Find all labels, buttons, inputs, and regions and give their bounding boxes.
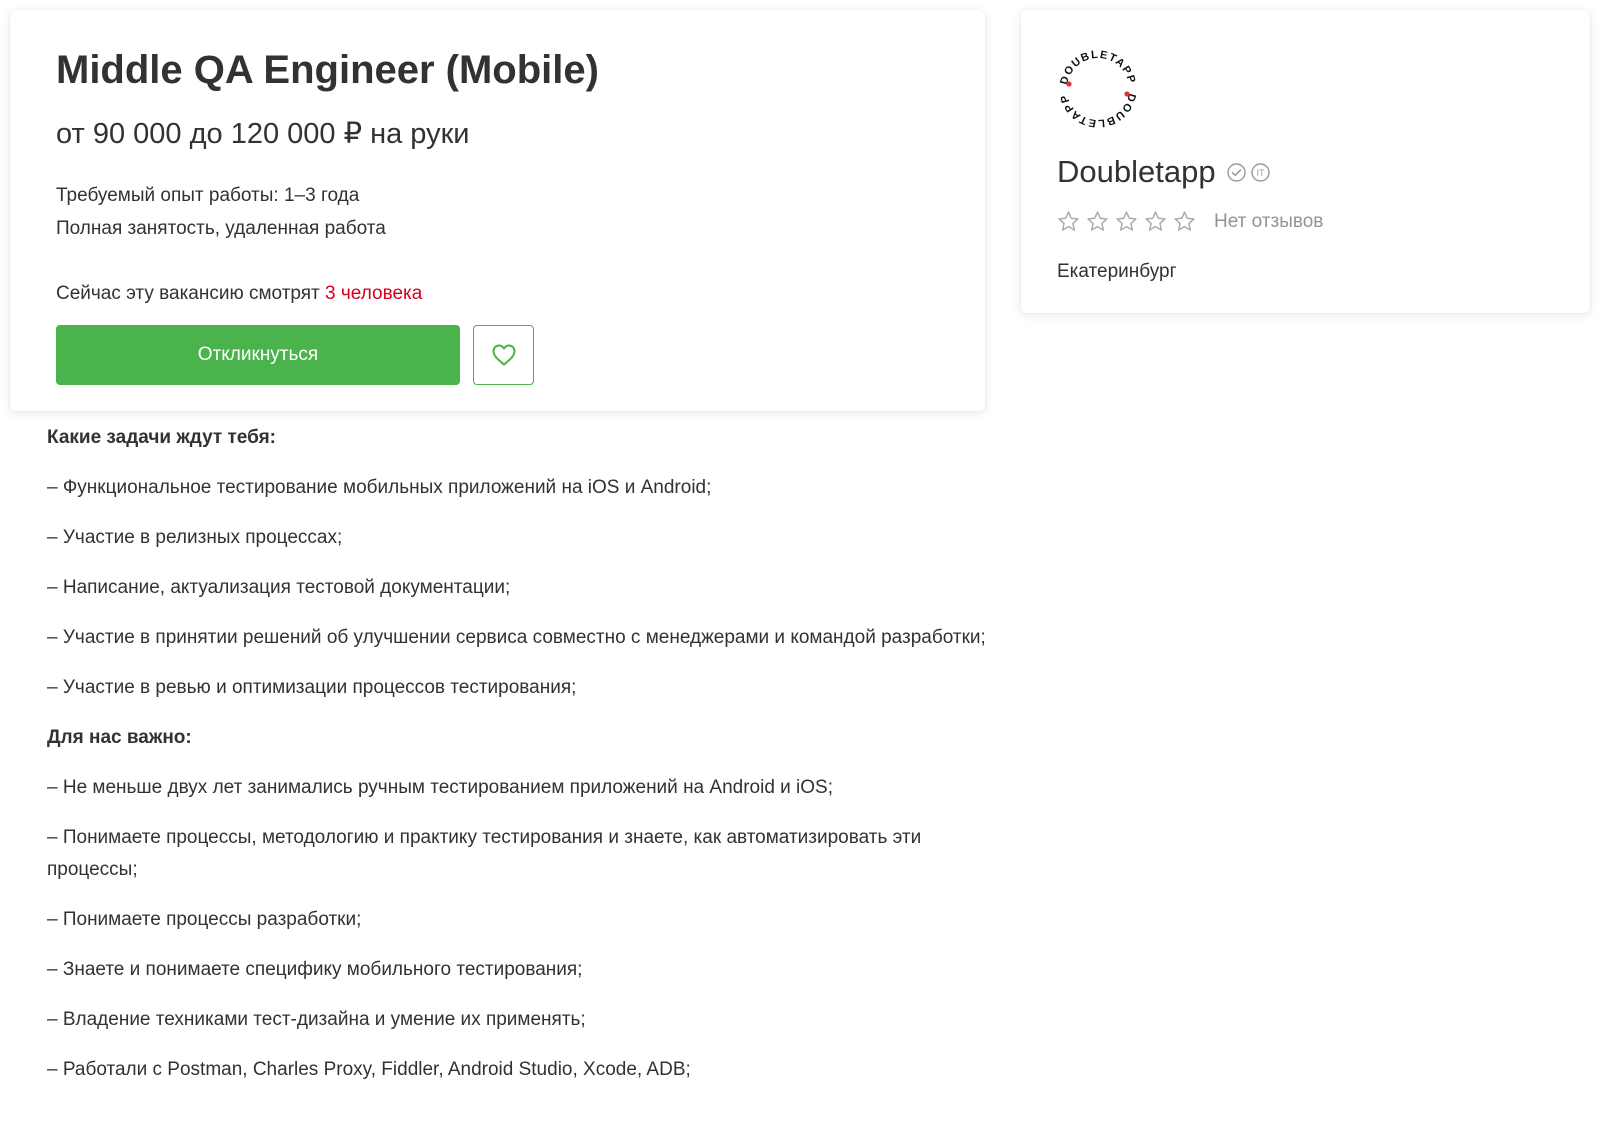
company-name[interactable]: Doubletapp — [1057, 153, 1216, 191]
reviews-label: Нет отзывов — [1214, 210, 1324, 232]
company-city: Екатеринбург — [1057, 261, 1177, 282]
star-empty-icon — [1116, 211, 1137, 231]
requirements-heading: Для нас важно: — [47, 727, 192, 748]
verified-check-icon[interactable] — [1226, 162, 1247, 183]
logo-text-repeat: DOUBLETAPP — [1058, 92, 1136, 129]
svg-text:DOUBLETAPP: DOUBLETAPP — [1058, 49, 1137, 86]
star-empty-icon — [1174, 211, 1195, 231]
vacancy-title: Middle QA Engineer (Mobile) — [56, 48, 599, 92]
list-item: – Владение техниками тест-дизайна и умен… — [47, 1009, 586, 1030]
experience-requirement: Требуемый опыт работы: 1–3 года — [56, 185, 360, 206]
company-rating[interactable]: Нет отзывов — [1057, 210, 1323, 233]
it-accreditation-icon[interactable]: IT — [1250, 162, 1271, 183]
list-item: – Не меньше двух лет занимались ручным т… — [47, 777, 834, 798]
company-badges: IT — [1226, 162, 1271, 183]
employment-type: Полная занятость, удаленная работа — [56, 218, 386, 239]
svg-text:DOUBLETAPP: DOUBLETAPP — [1058, 92, 1137, 129]
list-item: – Участие в ревью и оптимизации процессо… — [47, 677, 577, 698]
star-empty-icon — [1087, 211, 1108, 231]
favorite-button[interactable] — [473, 325, 534, 385]
list-item: – Понимаете процессы разработки; — [47, 909, 362, 930]
tasks-heading: Какие задачи ждут тебя: — [47, 427, 277, 448]
star-empty-icon — [1058, 211, 1079, 231]
vacancy-description: Какие задачи ждут тебя: – Функциональное… — [47, 422, 987, 1104]
current-viewers-count: 3 человека — [325, 283, 423, 304]
list-item: – Участие в принятии решений об улучшени… — [47, 627, 986, 648]
logo-dot — [1124, 91, 1130, 97]
company-card: DOUBLETAPP DOUBLETAPP Doubletapp IT Нет … — [1021, 10, 1590, 313]
list-item: – Понимаете процессы, методологию и прак… — [47, 827, 922, 880]
current-viewers: Сейчас эту вакансию смотрят 3 человека — [56, 282, 422, 306]
logo-dot — [1066, 81, 1072, 87]
rating-stars — [1057, 210, 1196, 233]
list-item: – Участие в релизных процессах; — [47, 527, 343, 548]
logo-text: DOUBLETAPP — [1058, 49, 1136, 86]
vacancy-salary: от 90 000 до 120 000 ₽ на руки — [56, 118, 470, 150]
it-badge-text: IT — [1256, 168, 1265, 178]
current-viewers-label: Сейчас эту вакансию смотрят — [56, 283, 326, 304]
company-name-row: Doubletapp IT — [1057, 153, 1271, 191]
respond-button[interactable]: Откликнуться — [56, 325, 460, 385]
star-empty-icon — [1145, 211, 1166, 231]
list-item: – Работали с Postman, Charles Proxy, Fid… — [47, 1059, 691, 1080]
vacancy-card: Middle QA Engineer (Mobile) от 90 000 до… — [10, 10, 985, 411]
company-logo[interactable]: DOUBLETAPP DOUBLETAPP — [1053, 44, 1143, 134]
list-item: – Написание, актуализация тестовой докум… — [47, 577, 511, 598]
list-item: – Знаете и понимаете специфику мобильног… — [47, 959, 583, 980]
list-item: – Функциональное тестирование мобильных … — [47, 477, 712, 498]
heart-icon — [492, 344, 515, 366]
